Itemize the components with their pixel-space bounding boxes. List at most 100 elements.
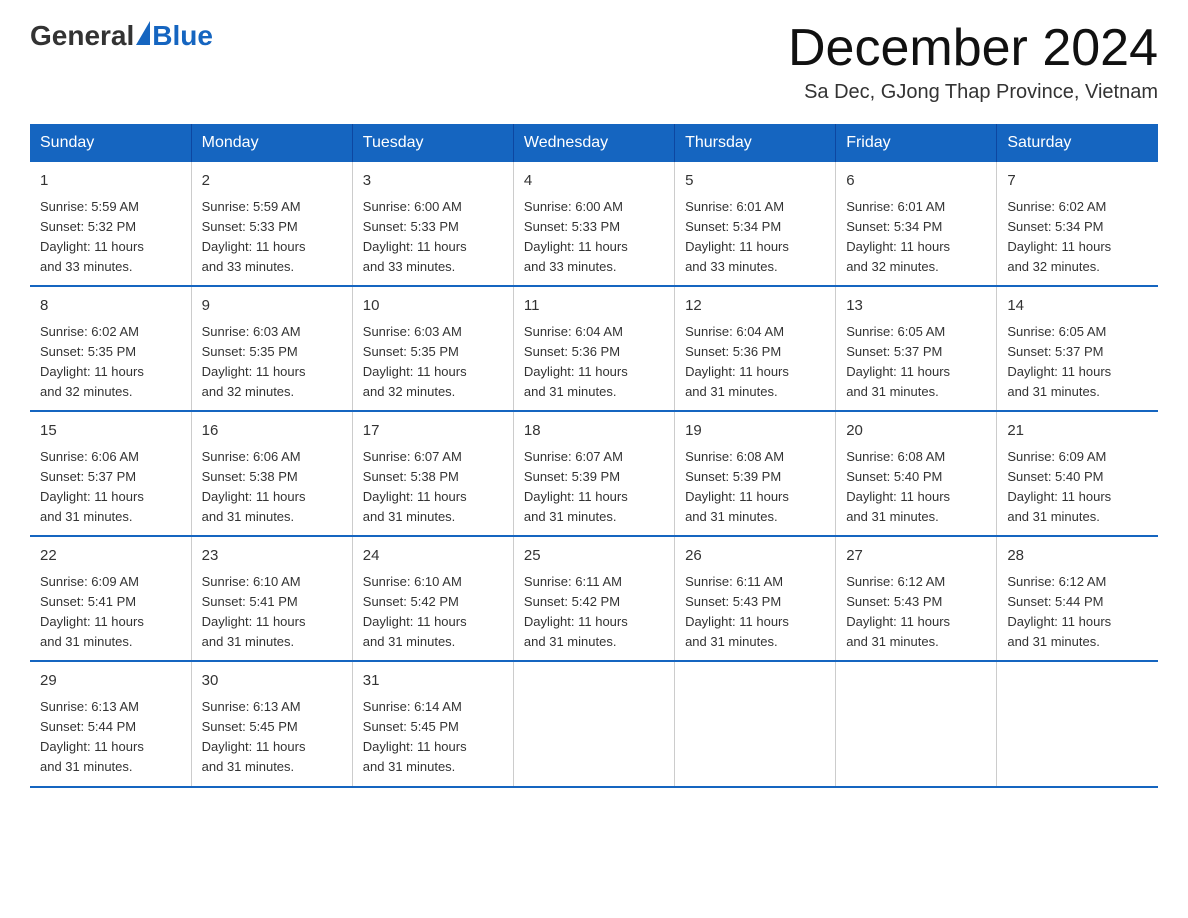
day-info: Sunrise: 6:07 AMSunset: 5:38 PMDaylight:… (363, 447, 503, 528)
calendar-week-1: 1Sunrise: 5:59 AMSunset: 5:32 PMDaylight… (30, 162, 1158, 286)
day-number: 1 (40, 170, 181, 193)
day-info: Sunrise: 6:12 AMSunset: 5:44 PMDaylight:… (1007, 572, 1148, 653)
day-info: Sunrise: 6:13 AMSunset: 5:45 PMDaylight:… (202, 697, 342, 778)
calendar-cell: 28 Sunrise: 6:12 AMSunset: 5:44 PMDayligh… (997, 536, 1158, 661)
day-number: 5 (685, 170, 825, 193)
calendar-week-4: 22 Sunrise: 6:09 AMSunset: 5:41 PMDayligh… (30, 536, 1158, 661)
day-info: Sunrise: 6:14 AMSunset: 5:45 PMDaylight:… (363, 697, 503, 778)
day-info: Sunrise: 6:01 AMSunset: 5:34 PMDaylight:… (846, 197, 986, 278)
calendar-cell: 8Sunrise: 6:02 AMSunset: 5:35 PMDaylight… (30, 286, 191, 411)
day-info: Sunrise: 6:04 AMSunset: 5:36 PMDaylight:… (524, 322, 664, 403)
calendar-cell (675, 661, 836, 786)
day-number: 27 (846, 545, 986, 568)
header-day-monday: Monday (191, 124, 352, 162)
calendar-cell: 22 Sunrise: 6:09 AMSunset: 5:41 PMDayligh… (30, 536, 191, 661)
day-info: Sunrise: 6:05 AMSunset: 5:37 PMDaylight:… (1007, 322, 1148, 403)
header-day-sunday: Sunday (30, 124, 191, 162)
day-number: 30 (202, 670, 342, 693)
calendar-cell: 13 Sunrise: 6:05 AMSunset: 5:37 PMDayligh… (836, 286, 997, 411)
day-number: 14 (1007, 295, 1148, 318)
day-number: 2 (202, 170, 342, 193)
calendar-cell: 30 Sunrise: 6:13 AMSunset: 5:45 PMDayligh… (191, 661, 352, 786)
header-day-wednesday: Wednesday (513, 124, 674, 162)
logo-general-text: General (30, 20, 134, 52)
calendar-cell: 3 Sunrise: 6:00 AMSunset: 5:33 PMDaylight… (352, 162, 513, 286)
calendar-cell: 27 Sunrise: 6:12 AMSunset: 5:43 PMDayligh… (836, 536, 997, 661)
logo-blue-text: Blue (152, 20, 213, 52)
location-text: Sa Dec, GJong Thap Province, Vietnam (788, 81, 1158, 104)
calendar-cell: 1Sunrise: 5:59 AMSunset: 5:32 PMDaylight… (30, 162, 191, 286)
logo-arrow-icon (136, 21, 150, 45)
title-area: December 2024 Sa Dec, GJong Thap Provinc… (788, 20, 1158, 104)
day-info: Sunrise: 6:10 AMSunset: 5:42 PMDaylight:… (363, 572, 503, 653)
calendar-table: SundayMondayTuesdayWednesdayThursdayFrid… (30, 124, 1158, 787)
calendar-cell: 29Sunrise: 6:13 AMSunset: 5:44 PMDayligh… (30, 661, 191, 786)
day-number: 6 (846, 170, 986, 193)
day-info: Sunrise: 6:07 AMSunset: 5:39 PMDaylight:… (524, 447, 664, 528)
day-info: Sunrise: 6:00 AMSunset: 5:33 PMDaylight:… (524, 197, 664, 278)
calendar-cell: 9Sunrise: 6:03 AMSunset: 5:35 PMDaylight… (191, 286, 352, 411)
header-row: SundayMondayTuesdayWednesdayThursdayFrid… (30, 124, 1158, 162)
day-number: 31 (363, 670, 503, 693)
header-day-tuesday: Tuesday (352, 124, 513, 162)
day-info: Sunrise: 6:11 AMSunset: 5:43 PMDaylight:… (685, 572, 825, 653)
calendar-week-3: 15Sunrise: 6:06 AMSunset: 5:37 PMDayligh… (30, 411, 1158, 536)
calendar-cell: 7Sunrise: 6:02 AMSunset: 5:34 PMDaylight… (997, 162, 1158, 286)
day-info: Sunrise: 6:08 AMSunset: 5:40 PMDaylight:… (846, 447, 986, 528)
day-number: 18 (524, 420, 664, 443)
day-info: Sunrise: 6:02 AMSunset: 5:34 PMDaylight:… (1007, 197, 1148, 278)
header-day-friday: Friday (836, 124, 997, 162)
logo: General Blue (30, 20, 213, 52)
calendar-cell: 20 Sunrise: 6:08 AMSunset: 5:40 PMDayligh… (836, 411, 997, 536)
calendar-cell: 5 Sunrise: 6:01 AMSunset: 5:34 PMDaylight… (675, 162, 836, 286)
calendar-cell: 26Sunrise: 6:11 AMSunset: 5:43 PMDayligh… (675, 536, 836, 661)
day-info: Sunrise: 6:09 AMSunset: 5:41 PMDaylight:… (40, 572, 181, 653)
day-info: Sunrise: 6:03 AMSunset: 5:35 PMDaylight:… (363, 322, 503, 403)
calendar-cell: 17 Sunrise: 6:07 AMSunset: 5:38 PMDayligh… (352, 411, 513, 536)
calendar-cell: 24 Sunrise: 6:10 AMSunset: 5:42 PMDayligh… (352, 536, 513, 661)
day-info: Sunrise: 6:03 AMSunset: 5:35 PMDaylight:… (202, 322, 342, 403)
day-info: Sunrise: 6:10 AMSunset: 5:41 PMDaylight:… (202, 572, 342, 653)
calendar-week-5: 29Sunrise: 6:13 AMSunset: 5:44 PMDayligh… (30, 661, 1158, 786)
day-number: 16 (202, 420, 342, 443)
day-number: 10 (363, 295, 503, 318)
day-info: Sunrise: 6:00 AMSunset: 5:33 PMDaylight:… (363, 197, 503, 278)
day-info: Sunrise: 6:12 AMSunset: 5:43 PMDaylight:… (846, 572, 986, 653)
day-number: 4 (524, 170, 664, 193)
day-number: 15 (40, 420, 181, 443)
calendar-cell: 11Sunrise: 6:04 AMSunset: 5:36 PMDayligh… (513, 286, 674, 411)
day-number: 20 (846, 420, 986, 443)
day-number: 3 (363, 170, 503, 193)
calendar-cell: 6 Sunrise: 6:01 AMSunset: 5:34 PMDaylight… (836, 162, 997, 286)
day-number: 17 (363, 420, 503, 443)
day-info: Sunrise: 5:59 AMSunset: 5:33 PMDaylight:… (202, 197, 342, 278)
month-title: December 2024 (788, 20, 1158, 77)
day-info: Sunrise: 6:04 AMSunset: 5:36 PMDaylight:… (685, 322, 825, 403)
day-number: 29 (40, 670, 181, 693)
calendar-header: SundayMondayTuesdayWednesdayThursdayFrid… (30, 124, 1158, 162)
day-number: 19 (685, 420, 825, 443)
calendar-cell: 4 Sunrise: 6:00 AMSunset: 5:33 PMDaylight… (513, 162, 674, 286)
day-number: 22 (40, 545, 181, 568)
header-day-thursday: Thursday (675, 124, 836, 162)
day-number: 21 (1007, 420, 1148, 443)
day-info: Sunrise: 6:01 AMSunset: 5:34 PMDaylight:… (685, 197, 825, 278)
day-number: 8 (40, 295, 181, 318)
day-info: Sunrise: 6:05 AMSunset: 5:37 PMDaylight:… (846, 322, 986, 403)
calendar-cell: 12Sunrise: 6:04 AMSunset: 5:36 PMDayligh… (675, 286, 836, 411)
day-number: 25 (524, 545, 664, 568)
day-number: 13 (846, 295, 986, 318)
calendar-cell: 16 Sunrise: 6:06 AMSunset: 5:38 PMDayligh… (191, 411, 352, 536)
day-number: 28 (1007, 545, 1148, 568)
calendar-cell: 18 Sunrise: 6:07 AMSunset: 5:39 PMDayligh… (513, 411, 674, 536)
calendar-cell: 25 Sunrise: 6:11 AMSunset: 5:42 PMDayligh… (513, 536, 674, 661)
calendar-cell: 19Sunrise: 6:08 AMSunset: 5:39 PMDayligh… (675, 411, 836, 536)
calendar-cell: 14 Sunrise: 6:05 AMSunset: 5:37 PMDayligh… (997, 286, 1158, 411)
day-info: Sunrise: 6:09 AMSunset: 5:40 PMDaylight:… (1007, 447, 1148, 528)
calendar-cell: 15Sunrise: 6:06 AMSunset: 5:37 PMDayligh… (30, 411, 191, 536)
page-header: General Blue December 2024 Sa Dec, GJong… (30, 20, 1158, 104)
day-info: Sunrise: 6:11 AMSunset: 5:42 PMDaylight:… (524, 572, 664, 653)
logo-blue-part: Blue (134, 20, 213, 52)
day-info: Sunrise: 6:06 AMSunset: 5:38 PMDaylight:… (202, 447, 342, 528)
day-number: 24 (363, 545, 503, 568)
